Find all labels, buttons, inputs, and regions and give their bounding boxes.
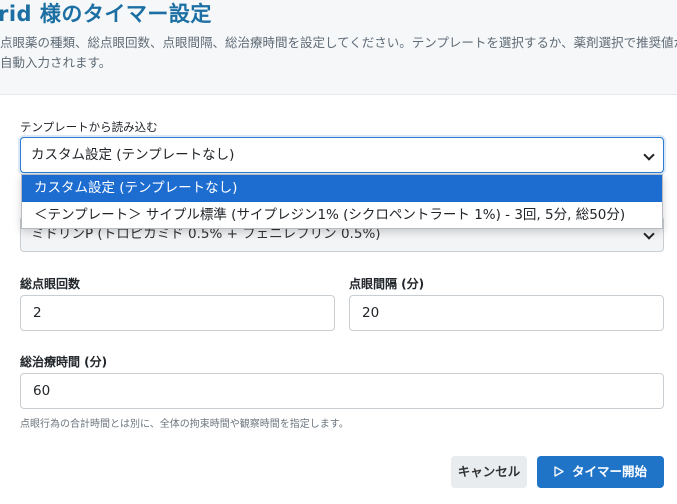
template-option-custom[interactable]: カスタム設定 (テンプレートなし): [22, 175, 662, 202]
play-icon: [554, 466, 564, 477]
total-count-label: 総点眼回数: [20, 277, 81, 291]
cancel-button[interactable]: キャンセル: [451, 456, 527, 488]
dialog-title: rid 様のタイマー設定: [0, 2, 212, 26]
dialog-header: rid 様のタイマー設定 点眼薬の種類、総点眼回数、点眼間隔、総治療時間を設定し…: [0, 0, 677, 95]
template-select[interactable]: カスタム設定 (テンプレートなし): [20, 137, 664, 173]
start-timer-label: タイマー開始: [571, 464, 647, 479]
total-time-label: 総治療時間 (分): [20, 355, 108, 369]
template-label: テンプレートから読み込む: [20, 120, 158, 134]
template-dropdown: カスタム設定 (テンプレートなし) ＜テンプレート＞ サイプル標準 (サイプレジ…: [21, 174, 663, 229]
total-time-help-text: 点眼行為の合計時間とは別に、全体の拘束時間や観察時間を指定します。: [20, 419, 349, 430]
template-option-cypre-standard[interactable]: ＜テンプレート＞ サイプル標準 (サイプレジン1% (シクロペントラート 1%)…: [22, 202, 662, 229]
template-select-value: カスタム設定 (テンプレートなし): [31, 147, 235, 163]
chevron-down-icon: [643, 149, 655, 161]
dialog-description: 点眼薬の種類、総点眼回数、点眼間隔、総治療時間を設定してください。テンプレートを…: [0, 35, 677, 70]
total-time-input[interactable]: 60: [20, 373, 664, 409]
interval-label: 点眼間隔 (分): [349, 277, 425, 291]
total-count-input[interactable]: 2: [20, 295, 335, 331]
interval-input[interactable]: 20: [349, 295, 664, 331]
start-timer-button[interactable]: タイマー開始: [537, 456, 664, 488]
chevron-down-icon: [643, 228, 655, 240]
